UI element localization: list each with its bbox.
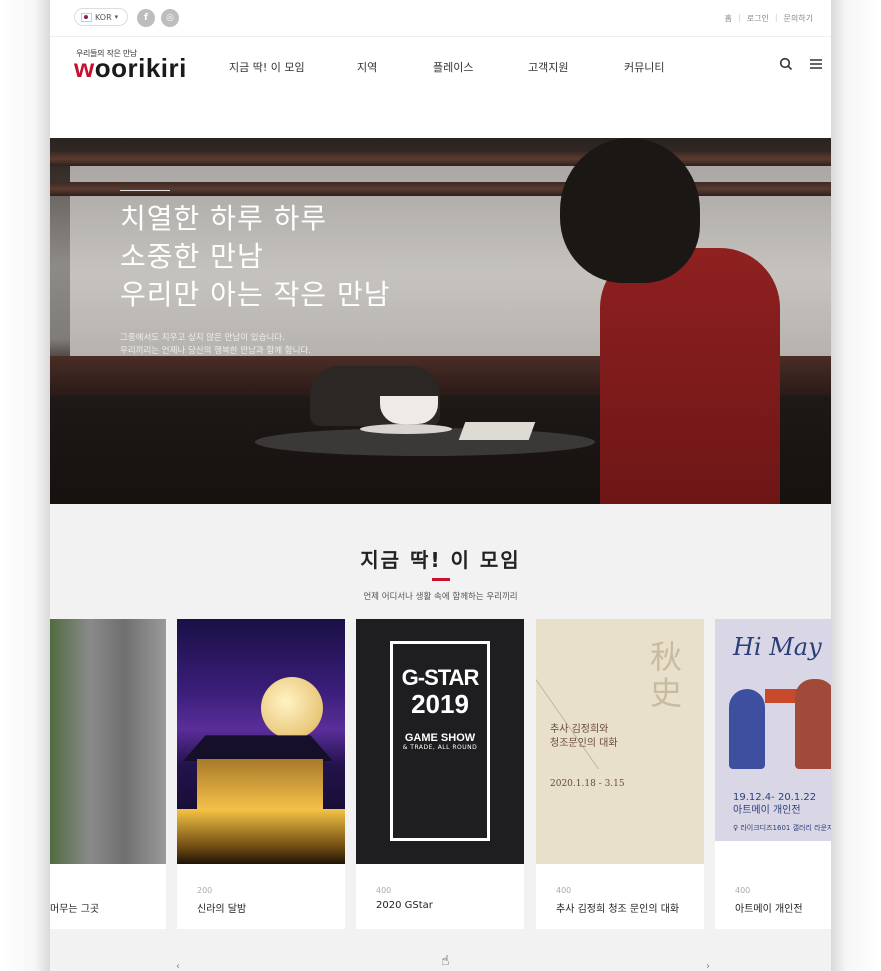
- nav-item-now-meetup[interactable]: 지금 딱! 이 모임: [229, 59, 305, 75]
- page-shadow-right: [831, 0, 881, 971]
- login-link[interactable]: 로그인: [747, 13, 769, 24]
- figure-shape: [729, 689, 765, 769]
- hero-cup-image: [380, 396, 438, 424]
- card-title: 머무는 그곳: [50, 904, 100, 915]
- gstar-poster-frame: G-STAR 2019 GAME SHOW & TRADE, ALL ROUND: [390, 641, 490, 841]
- pavilion-reflection: [177, 809, 345, 864]
- hero-desc-line: 그중에서도 지우고 싶지 않은 만남이 있습니다.: [120, 333, 285, 343]
- hero-desc-line: 우리끼리는 언제나 당신의 행복한 만남과 함께 합니다.: [120, 346, 311, 356]
- hero-title-line: 소중한 만남: [120, 240, 264, 273]
- hero-accent-line: [120, 190, 170, 191]
- carousel-prev-arrow-icon[interactable]: ‹: [176, 961, 180, 971]
- card-title: 2020 GStar: [376, 900, 433, 911]
- card-count: 200: [197, 886, 213, 895]
- poster-text: GAME SHOW: [404, 732, 476, 744]
- card-image-street: [50, 619, 166, 864]
- card-image-exhibition-poster: 秋史 추사 김정희와 청조문인의 대화 2020.1.18 - 3.15: [536, 619, 704, 864]
- card-title: 추사 김정희 청조 문인의 대화: [556, 904, 680, 915]
- pavilion-roof-shape: [183, 735, 333, 761]
- hand-cursor-icon: ☝: [441, 953, 450, 969]
- hero-title-line: 치열한 하루 하루: [120, 202, 328, 235]
- card-image-moon-pavilion: [177, 619, 345, 864]
- poster-date: 19.12.4- 20.1.22 아트메이 개인전: [733, 791, 816, 817]
- divider: |: [738, 13, 741, 22]
- meetup-section: 지금 딱! 이 모임 언제 어디서나 생활 속에 함께하는 우리끼리 머무는 그…: [50, 504, 831, 971]
- card-count: 400: [376, 886, 392, 895]
- nav-item-region[interactable]: 지역: [357, 59, 377, 75]
- meetup-card[interactable]: 머무는 그곳: [50, 619, 166, 929]
- meetup-card[interactable]: G-STAR 2019 GAME SHOW & TRADE, ALL ROUND…: [356, 619, 524, 929]
- poster-bottom-band: [715, 841, 831, 864]
- hero-title: 치열한 하루 하루 소중한 만남 우리만 아는 작은 만남: [120, 200, 391, 314]
- poster-calligraphy: 秋史: [650, 638, 683, 712]
- korea-flag-icon: [81, 12, 92, 22]
- page: KOR ▾ f ◎ 홈 | 로그인 | 문의하기 우리들의 작은 만남 woor…: [50, 0, 831, 971]
- card-title: 아트메이 개인전: [735, 904, 803, 915]
- logo-initial: w: [74, 53, 95, 83]
- nav-item-support[interactable]: 고객지원: [528, 59, 568, 75]
- card-title: 신라의 달밤: [197, 904, 247, 915]
- search-icon[interactable]: [779, 57, 793, 75]
- meetup-card[interactable]: 200 신라의 달밤: [177, 619, 345, 929]
- poster-title: 추사 김정희와 청조문인의 대화: [550, 723, 618, 751]
- poster-text: & TRADE, ALL ROUND: [402, 744, 478, 751]
- facebook-icon[interactable]: f: [137, 9, 155, 27]
- card-count: 400: [556, 886, 572, 895]
- poster-text: 2019: [411, 689, 469, 719]
- section-subtitle: 언제 어디서나 생활 속에 함께하는 우리끼리: [363, 592, 518, 602]
- logo[interactable]: woorikiri: [74, 53, 187, 84]
- logo-text: oorikiri: [94, 53, 187, 83]
- instagram-icon[interactable]: ◎: [161, 9, 179, 27]
- hero-person-image: [520, 138, 780, 504]
- pavilion-shape: [197, 759, 323, 809]
- nav-item-places[interactable]: 플레이스: [433, 59, 473, 75]
- menu-icon[interactable]: [809, 57, 823, 75]
- hero-saucer-image: [360, 424, 452, 434]
- meetup-card[interactable]: 秋史 추사 김정희와 청조문인의 대화 2020.1.18 - 3.15 400…: [536, 619, 704, 929]
- hero-banner: 치열한 하루 하루 소중한 만남 우리만 아는 작은 만남 그중에서도 지우고 …: [50, 138, 831, 504]
- poster-text: G-STAR: [401, 665, 480, 690]
- card-image-gstar-poster: G-STAR 2019 GAME SHOW & TRADE, ALL ROUND: [356, 619, 524, 864]
- hero-description: 그중에서도 지우고 싶지 않은 만남이 있습니다. 우리끼리는 언제나 당신의 …: [120, 332, 311, 358]
- poster-text: 청조문인의 대화: [550, 738, 618, 749]
- chevron-down-icon: ▾: [114, 13, 119, 21]
- section-title: 지금 딱! 이 모임: [360, 548, 521, 572]
- poster-text: 아트메이 개인전: [733, 805, 801, 816]
- page-shadow-left: [0, 0, 50, 971]
- poster-text: 19.12.4- 20.1.22: [733, 792, 817, 803]
- top-utility-bar: KOR ▾ f ◎ 홈 | 로그인 | 문의하기: [50, 0, 831, 37]
- top-links: 홈 | 로그인 | 문의하기: [725, 13, 813, 24]
- poster-title: Hi May: [733, 633, 822, 661]
- hero-person-hair: [560, 138, 700, 283]
- nav-item-community[interactable]: 커뮤니티: [624, 59, 664, 75]
- hero-title-line: 우리만 아는 작은 만남: [120, 278, 391, 311]
- section-title-underline: [432, 578, 450, 581]
- poster-date: 2020.1.18 - 3.15: [550, 779, 625, 789]
- home-link[interactable]: 홈: [725, 13, 732, 24]
- meetup-card[interactable]: Hi May 19.12.4- 20.1.22 아트메이 개인전 ♀ 라이크디즈…: [715, 619, 831, 929]
- language-label: KOR: [95, 12, 112, 22]
- hero-person-body: [600, 248, 780, 504]
- card-count: 400: [735, 886, 751, 895]
- main-header: 우리들의 작은 만남 woorikiri 지금 딱! 이 모임 지역 플레이스 …: [50, 37, 831, 137]
- language-selector[interactable]: KOR ▾: [74, 8, 128, 26]
- poster-text: 추사 김정희와: [550, 724, 609, 735]
- poster-place: ♀ 라이크디즈1601 갤러리 라운지: [733, 824, 831, 832]
- carousel-next-arrow-icon[interactable]: ›: [706, 961, 710, 971]
- card-image-hi-may-poster: Hi May 19.12.4- 20.1.22 아트메이 개인전 ♀ 라이크디즈…: [715, 619, 831, 864]
- moon-shape: [261, 677, 323, 739]
- divider: |: [774, 13, 778, 22]
- contact-link[interactable]: 문의하기: [784, 13, 813, 24]
- figure-shape: [795, 679, 831, 769]
